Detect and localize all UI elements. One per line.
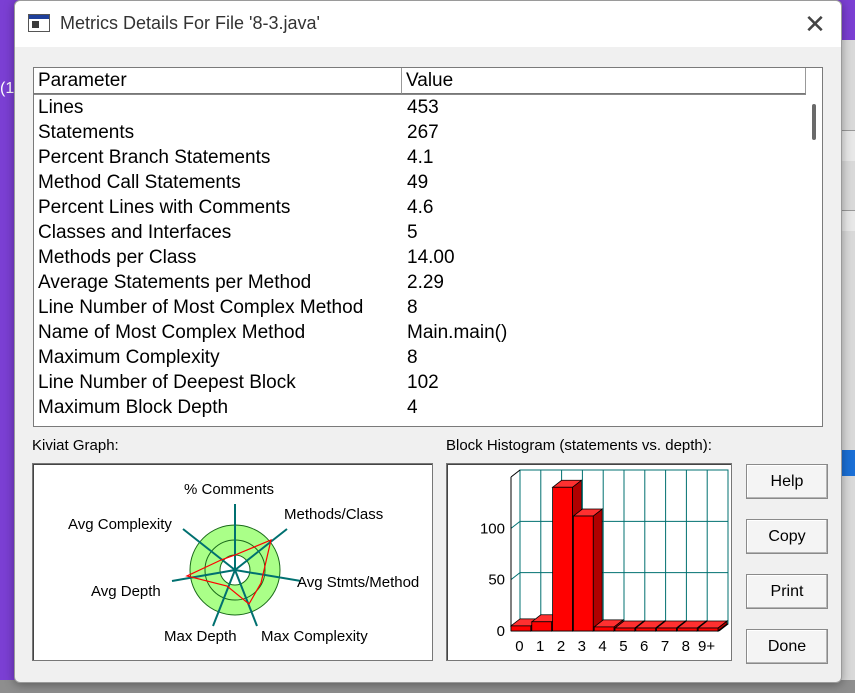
row-value: 14.00: [407, 247, 455, 268]
row-parameter: Percent Branch Statements: [38, 147, 271, 168]
histogram-x-tick-label: 1: [536, 638, 544, 655]
kiviat-graph: % Comments Methods/Class Avg Complexity …: [32, 463, 433, 661]
row-parameter: Statements: [38, 122, 135, 143]
histogram-x-tick-label: 8: [682, 638, 690, 655]
row-value: 267: [407, 122, 439, 143]
histogram-label: Block Histogram (statements vs. depth):: [446, 437, 712, 454]
table-row[interactable]: Maximum Block Depth 4: [34, 396, 806, 421]
window-title: Metrics Details For File '8-3.java': [60, 13, 320, 33]
table-row[interactable]: Line Number of Deepest Block 102: [34, 371, 806, 396]
histogram-svg: 0501000 1 2 3 4 5 6 7 8 9+: [480, 469, 729, 655]
histogram-y-tick-label: 50: [488, 572, 505, 589]
background-fragment: (1: [0, 80, 15, 97]
table-row[interactable]: Method Call Statements 49: [34, 171, 806, 196]
row-value: 5: [407, 222, 418, 243]
histogram-bar: [635, 627, 657, 632]
table-row[interactable]: Maximum Complexity 8: [34, 346, 806, 371]
histogram-bar: [614, 627, 636, 632]
histogram-bar: [676, 627, 698, 632]
row-parameter: Method Call Statements: [38, 172, 241, 193]
histogram-bar: [697, 627, 719, 632]
row-parameter: Percent Lines with Comments: [38, 197, 291, 218]
copy-button[interactable]: Copy: [746, 519, 828, 554]
row-value: 8: [407, 297, 418, 318]
table-row[interactable]: Percent Branch Statements 4.1: [34, 146, 806, 171]
done-button[interactable]: Done: [746, 629, 828, 664]
row-value: 8: [407, 347, 418, 368]
row-parameter: Maximum Complexity: [38, 347, 220, 368]
histogram-x-tick-label: 7: [661, 638, 669, 655]
histogram-axis-edge: [510, 469, 521, 478]
kiviat-axis-max-depth: Max Depth: [164, 628, 237, 645]
histogram-gridline: [510, 520, 521, 529]
scrollbar-thumb[interactable]: [812, 104, 816, 140]
metrics-table[interactable]: Parameter Value Lines 453 Statements 267 Per…: [33, 67, 823, 427]
histogram-gridline: [510, 572, 521, 581]
row-value: 4.1: [407, 147, 434, 168]
table-scrollbar[interactable]: [806, 94, 822, 426]
row-value: 2.29: [407, 272, 444, 293]
table-header: Parameter Value: [34, 68, 806, 95]
table-row[interactable]: Methods per Class 14.00: [34, 246, 806, 271]
title-bar: Metrics Details For File '8-3.java' ✕: [15, 1, 841, 47]
histogram-y-tick-label: 100: [480, 520, 505, 537]
row-parameter: Line Number of Most Complex Method: [38, 297, 364, 318]
table-rows: Lines 453 Statements 267 Percent Branch Stat…: [34, 96, 806, 421]
row-value: 4: [407, 397, 418, 418]
histogram-x-tick-label: 9+: [698, 638, 715, 655]
histogram-bar: [573, 515, 594, 632]
histogram-bar: [593, 626, 615, 632]
window-icon: [28, 14, 50, 32]
table-row[interactable]: Line Number of Most Complex Method 8: [34, 296, 806, 321]
kiviat-axis-comments: % Comments: [184, 481, 275, 498]
metrics-dialog: Metrics Details For File '8-3.java' ✕ Pa…: [14, 0, 842, 683]
close-button[interactable]: ✕: [797, 7, 833, 41]
histogram-bar: [510, 625, 532, 632]
column-header-value[interactable]: Value: [402, 68, 806, 94]
histogram-x-tick-label: 2: [557, 638, 565, 655]
kiviat-axis-avg-depth: Avg Depth: [91, 583, 161, 600]
print-button[interactable]: Print: [746, 574, 828, 609]
block-histogram: 0 50 100 0 1 2 3 4 5 6 7 8 9+: [446, 463, 732, 661]
table-row[interactable]: Lines 453: [34, 96, 806, 121]
histogram-x-tick-label: 3: [578, 638, 586, 655]
table-row[interactable]: Classes and Interfaces 5: [34, 221, 806, 246]
kiviat-label: Kiviat Graph:: [32, 437, 119, 454]
histogram-x-tick-label: 6: [640, 638, 648, 655]
histogram-y-tick-label: 0: [497, 623, 505, 640]
kiviat-axis-methods-class: Methods/Class: [284, 506, 384, 523]
histogram-bar: [656, 627, 677, 632]
row-value: 49: [407, 172, 429, 193]
table-row[interactable]: Average Statements per Method 2.29: [34, 271, 806, 296]
table-row[interactable]: Statements 267: [34, 121, 806, 146]
histogram-bar: [531, 621, 553, 632]
table-row[interactable]: Percent Lines with Comments 4.6: [34, 196, 806, 221]
table-row[interactable]: Name of Most Complex Method Main.main(): [34, 321, 806, 346]
histogram-bar: [552, 486, 573, 632]
row-parameter: Classes and Interfaces: [38, 222, 232, 243]
histogram-bar-side: [592, 508, 603, 632]
row-parameter: Lines: [38, 97, 84, 118]
row-parameter: Methods per Class: [38, 247, 197, 268]
histogram-x-tick-label: 4: [598, 638, 606, 655]
row-value: 4.6: [407, 197, 434, 218]
histogram-x-tick-label: 0: [515, 638, 523, 655]
row-parameter: Maximum Block Depth: [38, 397, 229, 418]
column-header-parameter[interactable]: Parameter: [34, 68, 402, 94]
kiviat-axis-max-complexity: Max Complexity: [261, 628, 368, 645]
row-parameter: Name of Most Complex Method: [38, 322, 306, 343]
kiviat-axis-avg-stmts-method: Avg Stmts/Method: [297, 574, 420, 591]
histogram-x-tick-label: 5: [619, 638, 627, 655]
row-parameter: Line Number of Deepest Block: [38, 372, 296, 393]
row-value: 102: [407, 372, 439, 393]
row-parameter: Average Statements per Method: [38, 272, 312, 293]
row-value: 453: [407, 97, 439, 118]
row-value: Main.main(): [407, 322, 508, 343]
kiviat-axis-avg-complexity: Avg Complexity: [68, 516, 172, 533]
help-button[interactable]: Help: [746, 464, 828, 499]
